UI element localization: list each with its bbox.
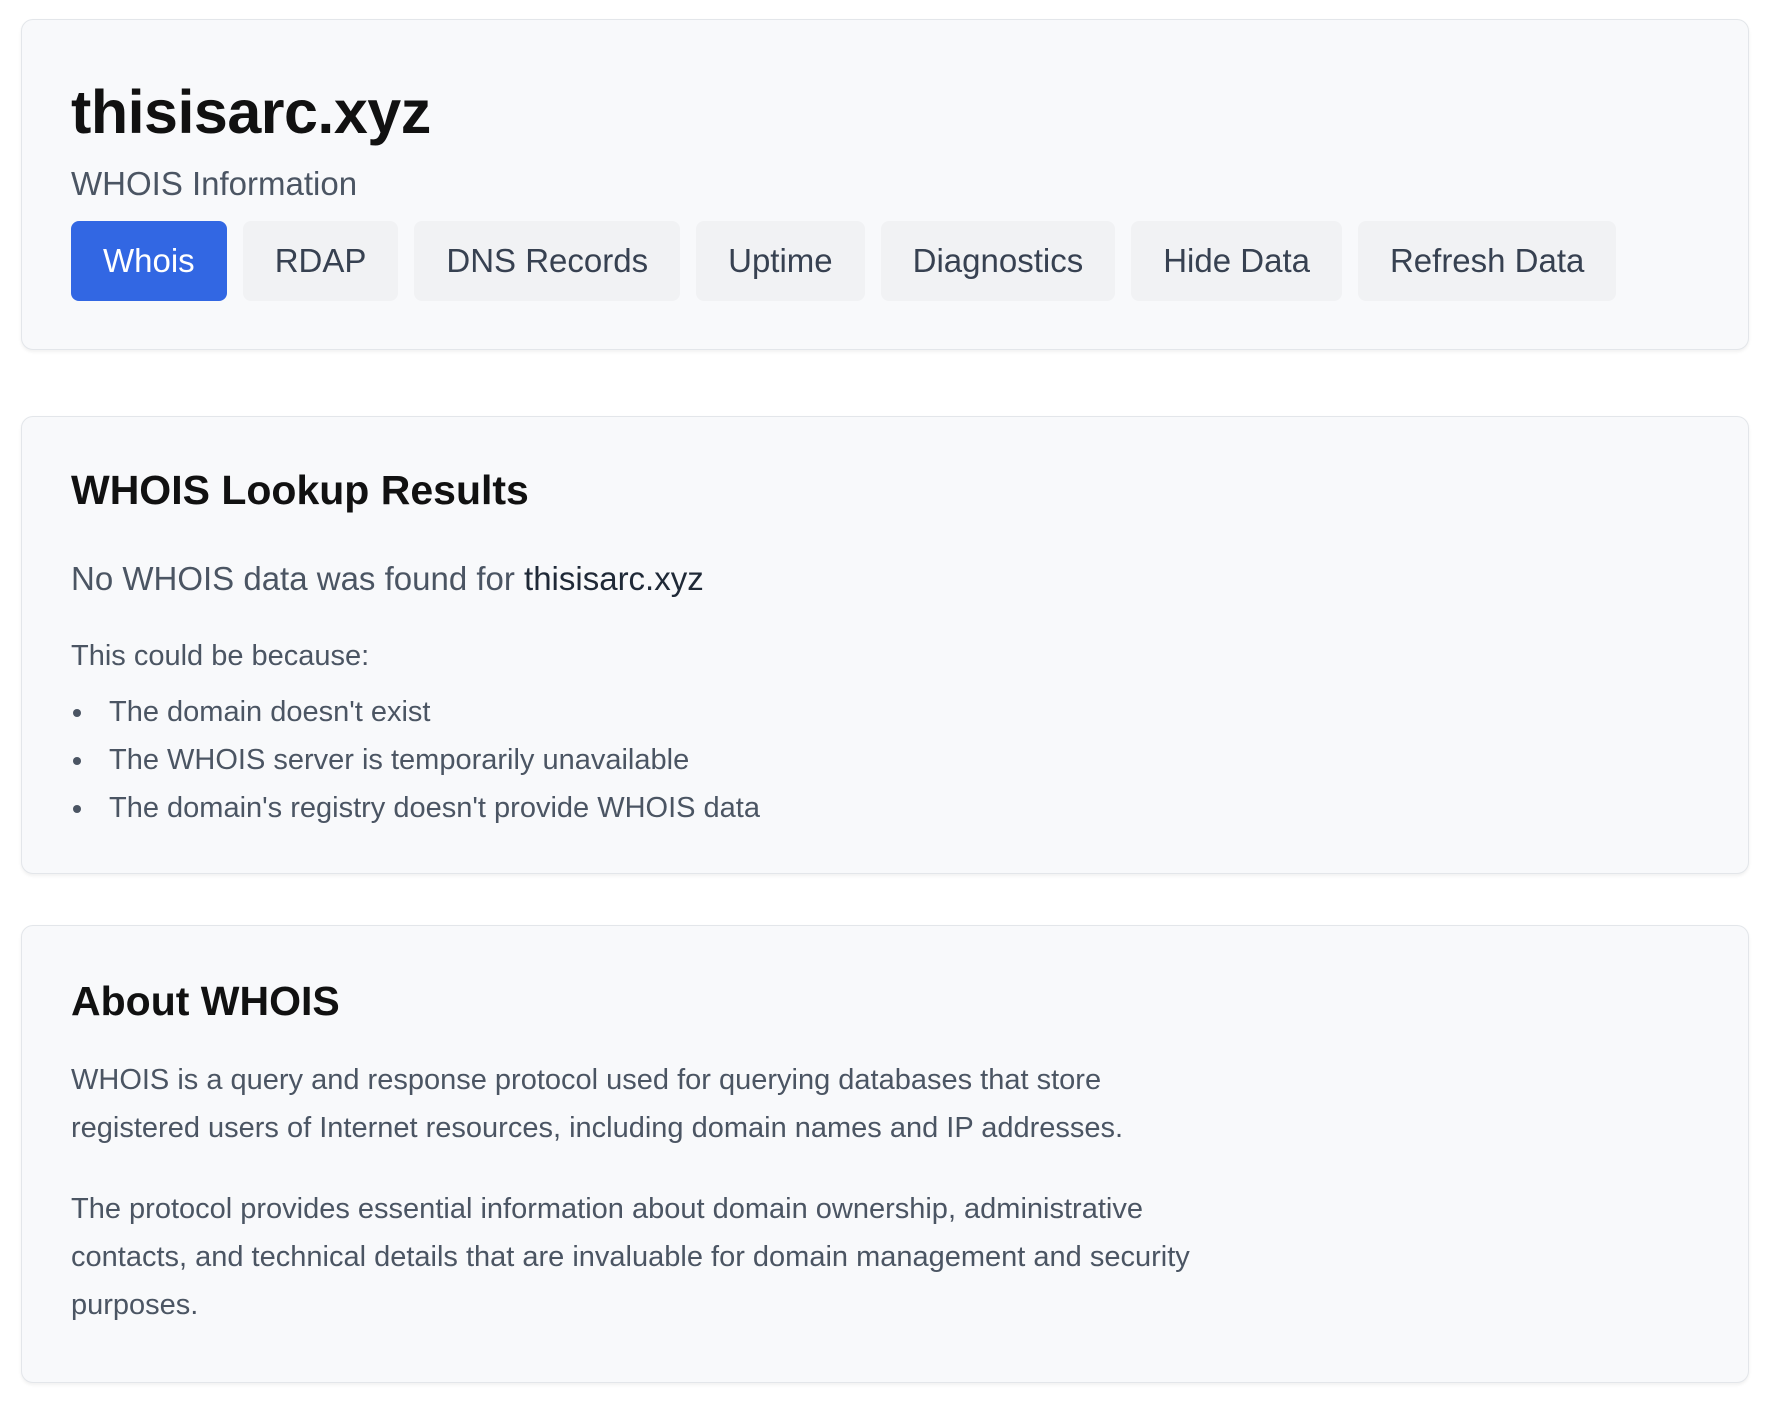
bullet-icon (73, 805, 81, 813)
no-data-domain: thisisarc.xyz (524, 560, 704, 597)
reason-text: The domain doesn't exist (109, 696, 431, 728)
about-title: About WHOIS (71, 978, 340, 1024)
bullet-icon (73, 709, 81, 717)
list-item: The domain's registry doesn't provide WH… (71, 790, 760, 838)
tab-whois[interactable]: Whois (71, 221, 227, 301)
hide-data-button[interactable]: Hide Data (1131, 221, 1342, 301)
whois-results-card: WHOIS Lookup Results No WHOIS data was f… (21, 416, 1749, 874)
results-title: WHOIS Lookup Results (71, 467, 529, 513)
about-whois-card: About WHOIS WHOIS is a query and respons… (21, 925, 1749, 1383)
domain-title: thisisarc.xyz (71, 78, 431, 146)
tab-dns-records[interactable]: DNS Records (414, 221, 681, 301)
about-paragraph-2: The protocol provides essential informat… (71, 1193, 1190, 1321)
because-label: This could be because: (71, 640, 370, 672)
tab-rdap[interactable]: RDAP (242, 221, 399, 301)
no-data-message: No WHOIS data was found for thisisarc.xy… (71, 559, 704, 599)
reason-text: The WHOIS server is temporarily unavaila… (109, 744, 690, 776)
page-subtitle: WHOIS Information (71, 165, 358, 202)
tab-diagnostics[interactable]: Diagnostics (880, 221, 1116, 301)
reasons-list: The domain doesn't exist The WHOIS serve… (71, 694, 760, 838)
list-item: The domain doesn't exist (71, 694, 760, 742)
about-paragraph-1: WHOIS is a query and response protocol u… (71, 1064, 1124, 1144)
tab-uptime[interactable]: Uptime (696, 221, 865, 301)
bullet-icon (73, 757, 81, 765)
no-data-prefix: No WHOIS data was found for (71, 560, 525, 597)
domain-header-card: thisisarc.xyz WHOIS Information Whois RD… (21, 19, 1749, 350)
list-item: The WHOIS server is temporarily unavaila… (71, 742, 760, 790)
tab-bar: Whois RDAP DNS Records Uptime Diagnostic… (71, 221, 1617, 301)
reason-text: The domain's registry doesn't provide WH… (109, 792, 760, 824)
refresh-data-button[interactable]: Refresh Data (1357, 221, 1617, 301)
